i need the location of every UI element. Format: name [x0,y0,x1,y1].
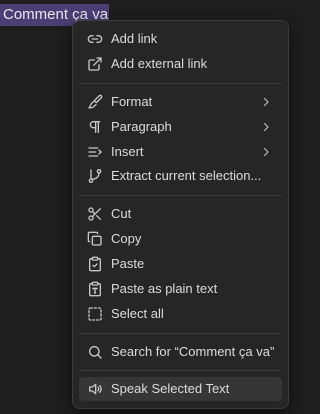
menu-item-search-for[interactable]: Search for “Comment ça va” [79,340,282,364]
clipboard-type-icon [87,281,103,297]
menu-separator [79,333,282,334]
menu-item-cut[interactable]: Cut [79,202,282,226]
menu-item-label: Add link [111,31,158,46]
context-menu: Add link Add external link Format Paragr… [72,20,289,409]
menu-item-label: Search for “Comment ça va” [111,344,275,359]
menu-item-label: Paste as plain text [111,281,218,296]
insert-icon [87,144,103,160]
dashed-square-icon [87,306,103,322]
menu-item-add-link[interactable]: Add link [79,27,282,51]
menu-separator [79,370,282,371]
link-icon [87,31,103,47]
menu-item-label: Select all [111,306,164,321]
menu-item-insert[interactable]: Insert [79,140,282,164]
paintbrush-icon [87,94,103,110]
menu-item-label: Add external link [111,56,208,71]
copy-icon [87,231,103,247]
search-icon [87,344,103,360]
speaker-icon [87,381,103,397]
menu-item-label: Copy [111,231,142,246]
menu-item-copy[interactable]: Copy [79,227,282,251]
chevron-right-icon [260,121,272,133]
menu-item-paste-plain[interactable]: Paste as plain text [79,277,282,301]
menu-item-label: Format [111,94,153,109]
menu-item-label: Paste [111,256,145,271]
git-branch-icon [87,168,103,184]
chevron-right-icon [260,96,272,108]
menu-separator [79,83,282,84]
menu-item-paste[interactable]: Paste [79,252,282,276]
scissors-icon [87,206,103,222]
menu-separator [79,195,282,196]
menu-item-paragraph[interactable]: Paragraph [79,115,282,139]
menu-item-label: Extract current selection... [111,168,262,183]
menu-item-speak-selected-text[interactable]: Speak Selected Text [79,377,282,401]
editor-page: Comment ça va Add link Add external link [0,0,292,414]
menu-item-label: Paragraph [111,119,172,134]
menu-item-select-all[interactable]: Select all [79,302,282,326]
pilcrow-icon [87,119,103,135]
external-link-icon [87,56,103,72]
menu-item-extract-selection[interactable]: Extract current selection... [79,164,282,188]
menu-item-add-external-link[interactable]: Add external link [79,52,282,76]
menu-item-format[interactable]: Format [79,90,282,114]
menu-item-label: Cut [111,206,132,221]
menu-item-label: Speak Selected Text [111,381,230,396]
chevron-right-icon [260,146,272,158]
clipboard-check-icon [87,256,103,272]
menu-item-label: Insert [111,144,144,159]
